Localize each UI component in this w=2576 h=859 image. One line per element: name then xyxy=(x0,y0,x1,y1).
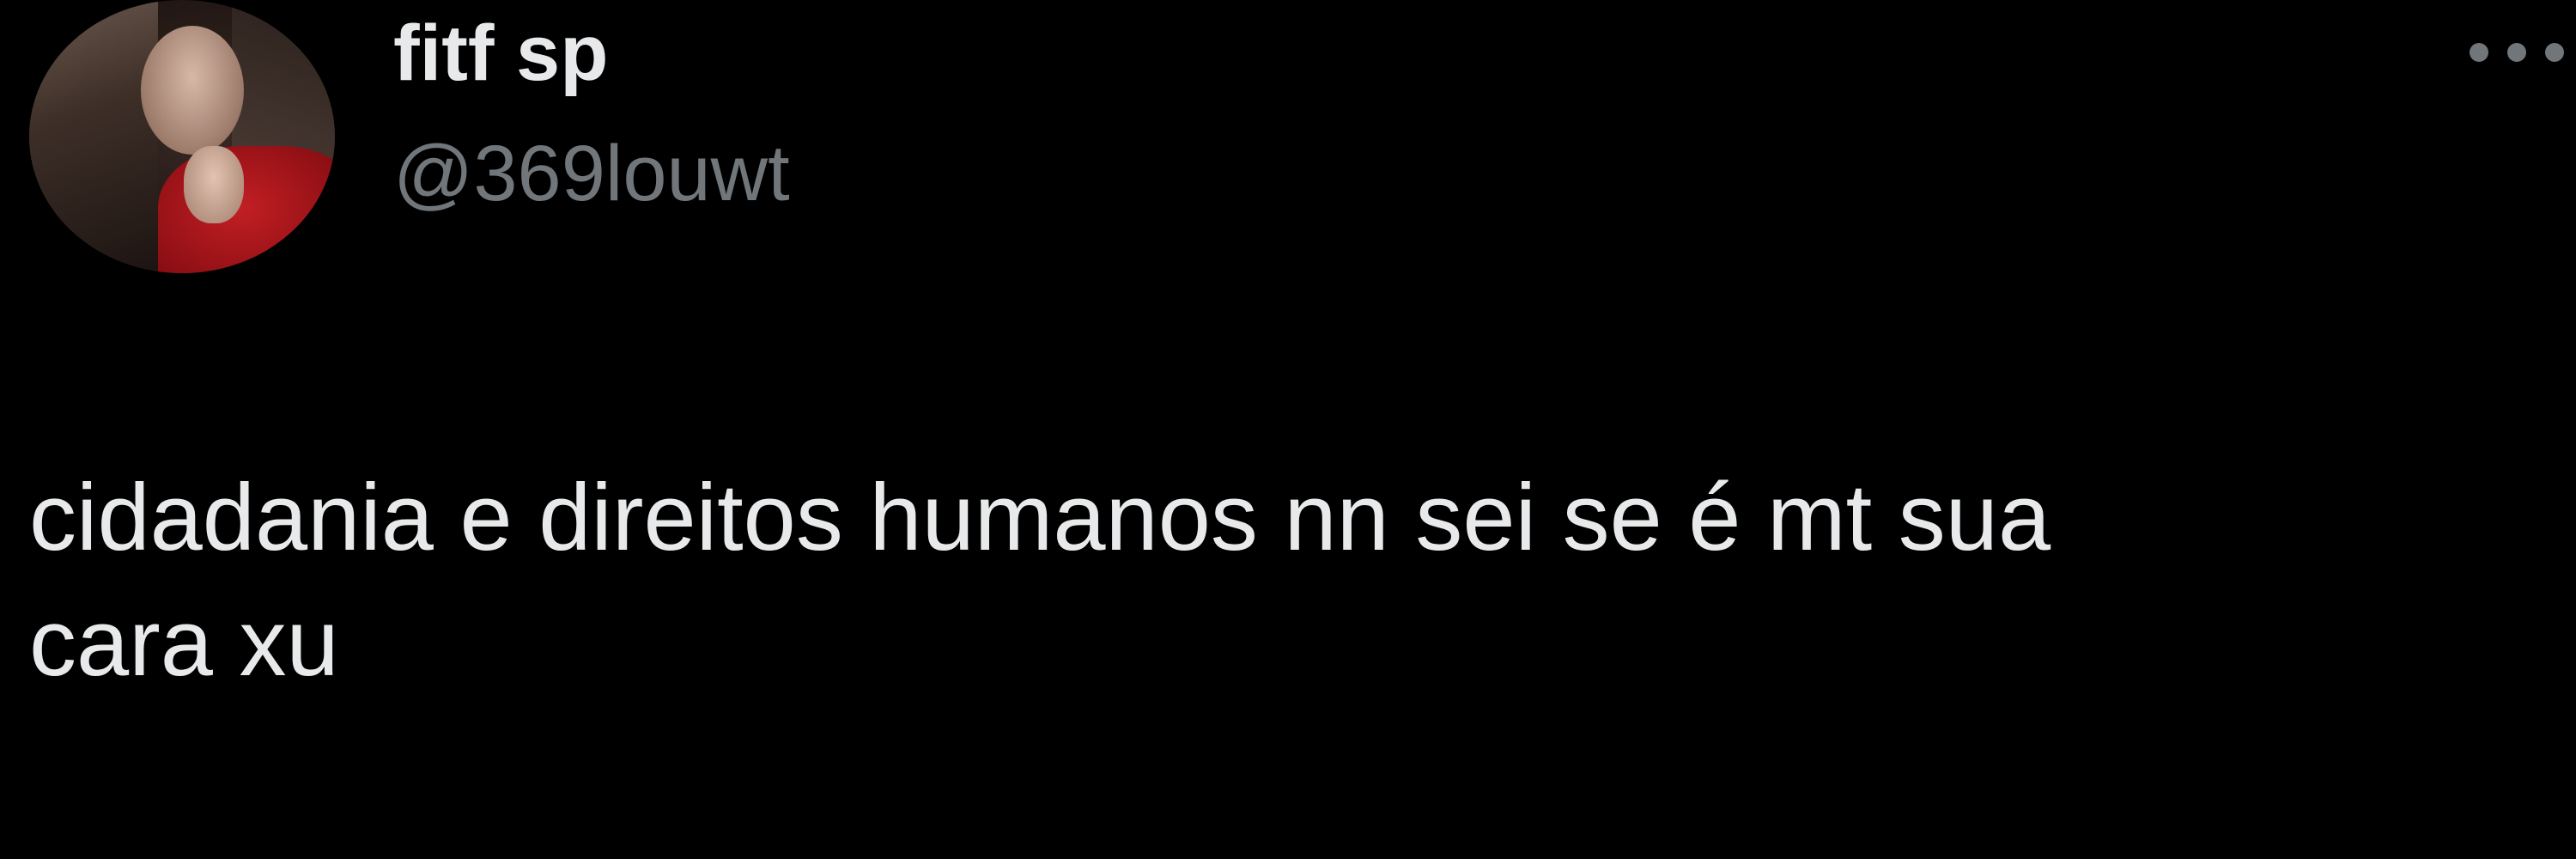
tweet-text: cidadania e direitos humanos nn sei se é… xyxy=(29,455,2571,707)
avatar-hand xyxy=(184,146,244,223)
more-dot xyxy=(2507,43,2526,62)
avatar[interactable] xyxy=(29,0,335,273)
avatar-shirt xyxy=(158,146,335,273)
more-dot xyxy=(2545,43,2564,62)
more-options-icon[interactable] xyxy=(2470,31,2564,74)
avatar-face xyxy=(141,26,244,155)
author-display-name[interactable]: fitf sp xyxy=(393,9,608,100)
avatar-hair xyxy=(29,0,158,273)
author-handle[interactable]: @369louwt xyxy=(393,129,790,220)
tweet-text-line: cidadania e direitos humanos nn sei se é… xyxy=(29,465,2051,570)
more-dot xyxy=(2470,43,2488,62)
tweet-card: fitf sp @369louwt cidadania e direitos h… xyxy=(0,0,2576,859)
tweet-text-line: cara xu xyxy=(29,590,339,697)
